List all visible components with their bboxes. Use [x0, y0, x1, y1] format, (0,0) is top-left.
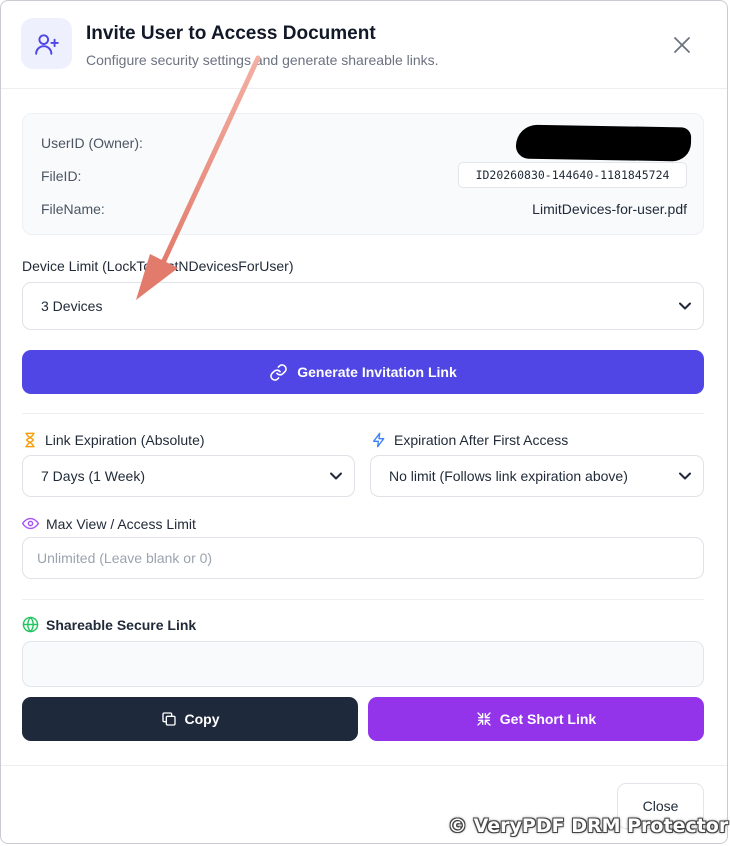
section-divider	[22, 413, 704, 414]
copy-icon	[161, 712, 176, 726]
device-limit-label: Device Limit (LockToFirstNDevicesForUser…	[22, 258, 294, 274]
filename-label: FileName:	[41, 201, 105, 217]
copy-button-label: Copy	[184, 711, 220, 727]
get-short-link-button[interactable]: Get Short Link	[368, 697, 704, 741]
lightning-icon	[373, 432, 385, 448]
user-plus-icon	[34, 33, 59, 55]
owner-label: UserID (Owner):	[41, 135, 143, 151]
link-expiration-label-text: Link Expiration (Absolute)	[45, 432, 205, 448]
invite-user-dialog: Invite User to Access Document Configure…	[0, 0, 728, 844]
filename-value: LimitDevices-for-user.pdf	[532, 201, 687, 217]
close-icon	[674, 37, 690, 53]
device-limit-label-text: Device Limit (LockToFirstNDevicesForUser…	[22, 258, 294, 274]
chevron-down-icon	[679, 472, 691, 480]
section-divider	[22, 599, 704, 600]
header-icon-tile	[21, 18, 72, 69]
dialog-title: Invite User to Access Document	[86, 23, 376, 44]
globe-icon	[22, 616, 39, 633]
link-expiration-label: Link Expiration (Absolute)	[22, 432, 205, 448]
first-access-label: Expiration After First Access	[371, 432, 568, 448]
shareable-link-label: Shareable Secure Link	[22, 616, 196, 633]
first-access-select[interactable]: No limit (Follows link expiration above)	[370, 455, 704, 497]
link-icon	[270, 363, 288, 381]
short-link-button-label: Get Short Link	[499, 711, 597, 727]
max-view-placeholder: Unlimited (Leave blank or 0)	[37, 550, 213, 566]
link-expiration-select[interactable]: 7 Days (1 Week)	[22, 455, 355, 497]
dialog-subtitle: Configure security settings and generate…	[86, 52, 439, 68]
generate-button-label: Generate Invitation Link	[297, 364, 457, 380]
max-view-label-text: Max View / Access Limit	[46, 515, 196, 532]
chevron-down-icon	[330, 472, 342, 480]
max-view-input[interactable]: Unlimited (Leave blank or 0)	[22, 537, 704, 579]
owner-value-redacted	[515, 124, 692, 162]
close-button-label: Close	[642, 798, 679, 814]
document-info-card: UserID (Owner): FileID: ID20260830-14464…	[22, 113, 704, 235]
first-access-value: No limit (Follows link expiration above)	[389, 468, 628, 484]
copy-button[interactable]: Copy	[22, 697, 358, 741]
eye-icon	[22, 517, 39, 530]
shareable-link-label-text: Shareable Secure Link	[46, 616, 197, 633]
max-view-label: Max View / Access Limit	[22, 515, 196, 532]
first-access-label-text: Expiration After First Access	[394, 432, 569, 448]
fileid-value: ID20260830-144640-1181845724	[458, 162, 687, 188]
link-expiration-value: 7 Days (1 Week)	[41, 468, 145, 484]
chevron-down-icon	[679, 302, 691, 310]
fileid-label: FileID:	[41, 168, 82, 184]
hourglass-icon	[25, 432, 35, 448]
device-limit-select[interactable]: 3 Devices	[22, 282, 704, 330]
shareable-link-field[interactable]	[22, 641, 704, 687]
compress-icon	[477, 712, 491, 726]
dialog-close-button[interactable]	[668, 31, 696, 59]
generate-invitation-link-button[interactable]: Generate Invitation Link	[22, 350, 704, 394]
device-limit-value: 3 Devices	[41, 298, 103, 314]
watermark: © VeryPDF DRM Protector	[448, 815, 729, 837]
dialog-header: Invite User to Access Document Configure…	[1, 1, 727, 89]
